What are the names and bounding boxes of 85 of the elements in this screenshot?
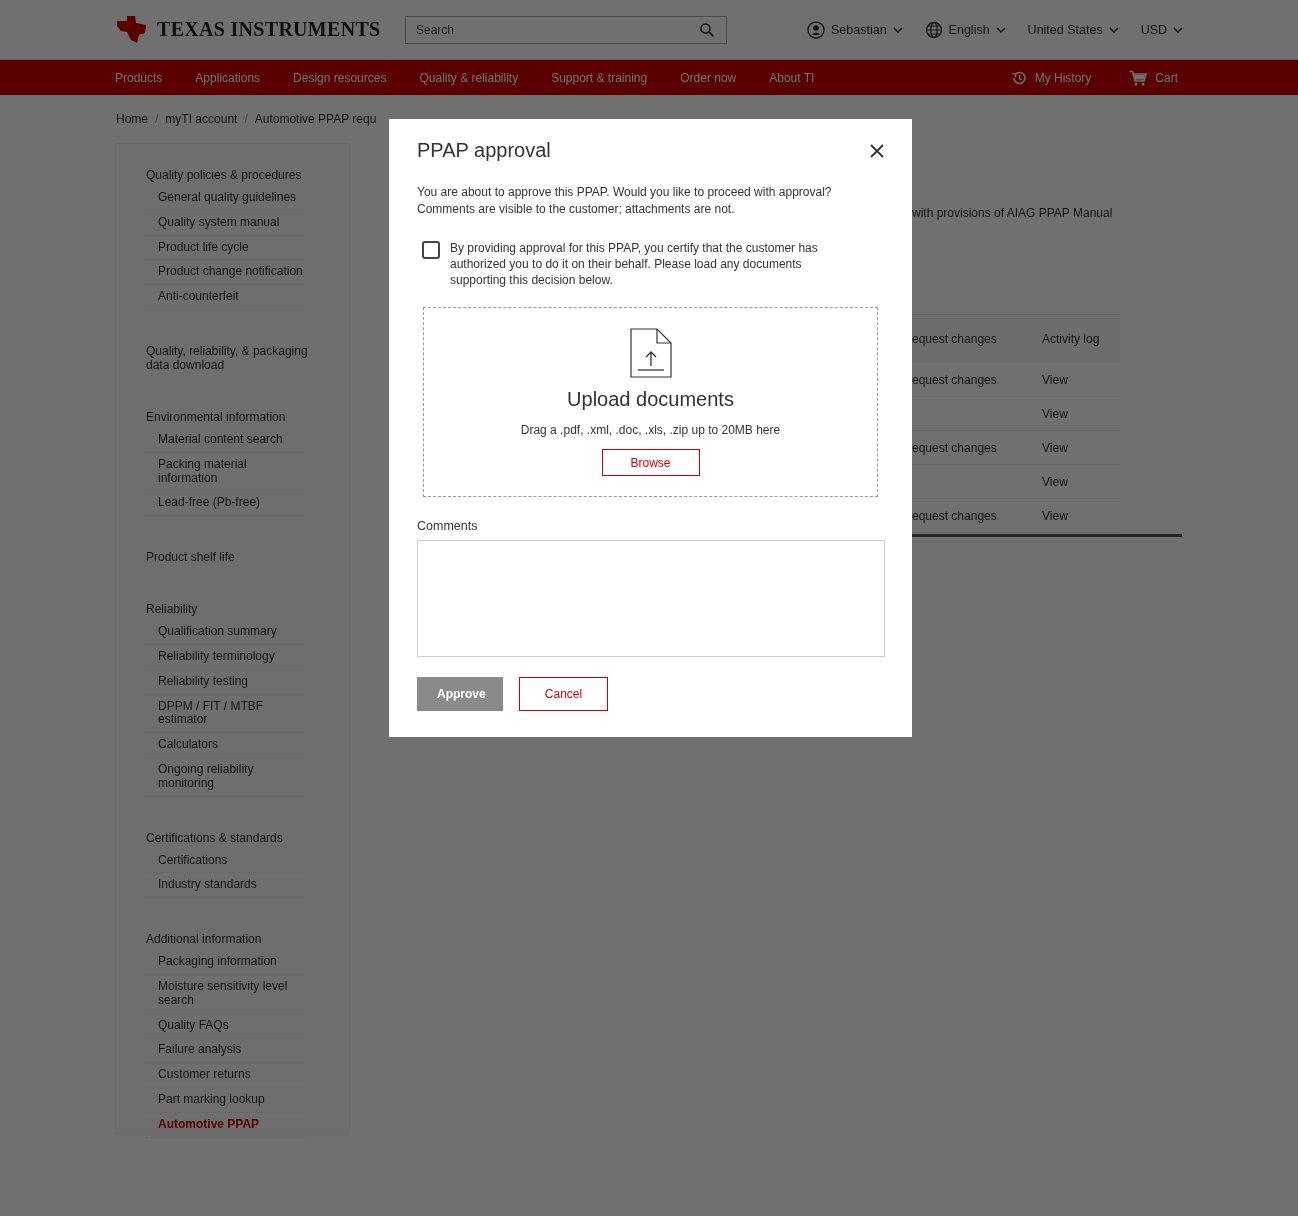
sidebar-heading[interactable]: Reliability	[146, 598, 321, 621]
sidebar-item[interactable]: Customer returns	[146, 1063, 306, 1088]
logo-text[interactable]: TEXAS INSTRUMENTS	[157, 18, 381, 41]
breadcrumb-separator: /	[244, 112, 248, 125]
nav-link[interactable]: Support & training	[551, 70, 648, 85]
certify-checkbox[interactable]	[422, 241, 440, 259]
globe-icon	[924, 20, 943, 39]
chevron-icon	[995, 26, 1006, 33]
sidebar-item[interactable]: Anti-counterfeit	[146, 285, 306, 310]
breadcrumb-link[interactable]: Home	[116, 112, 148, 125]
sidebar-item[interactable]: General quality guidelines	[146, 186, 306, 211]
sidebar-item[interactable]: Part marking lookup	[146, 1087, 306, 1113]
view-link[interactable]: View	[1042, 372, 1068, 387]
sidebar-item[interactable]: Reliability terminology	[146, 644, 306, 670]
view-link[interactable]: View	[1042, 508, 1068, 523]
sidebar-heading[interactable]: Quality policies & procedures	[146, 164, 321, 186]
sidebar-item[interactable]: Quality system manual	[146, 210, 306, 236]
browse-button[interactable]: Browse	[601, 449, 700, 476]
sidebar-item[interactable]: Industry standards	[146, 873, 306, 899]
close-icon[interactable]	[870, 143, 884, 158]
certify-label: By providing approval for this PPAP, you certify that the customer has authorized you to do it on their behalf. Please load any documents supporting this decision below.	[450, 240, 819, 288]
scroll-bar[interactable]	[912, 534, 1182, 537]
currency-menu[interactable]: USD	[1140, 20, 1184, 39]
view-link[interactable]: View	[1042, 406, 1068, 421]
chevron-icon	[892, 26, 903, 33]
user-icon	[807, 20, 825, 39]
search-icon[interactable]	[699, 21, 715, 38]
sidebar-item[interactable]: Product change notification	[146, 260, 306, 286]
language-menu[interactable]: English	[924, 20, 1006, 39]
chevron-icon	[1108, 26, 1119, 33]
upload-dropzone[interactable]: Upload documents Drag a .pdf, .xml, .doc, .xls, .zip up to 20MB here Browse	[423, 307, 878, 497]
breadcrumb-link[interactable]: Automotive PPAP requ	[254, 112, 377, 125]
nav-link[interactable]: Quality & reliability	[419, 70, 519, 85]
sidebar-item[interactable]: Quality FAQs	[146, 1013, 306, 1039]
sidebar-item[interactable]: Material content search	[146, 428, 306, 453]
cart-link[interactable]: Cart	[1129, 69, 1178, 86]
comments-label: Comments	[417, 519, 479, 533]
sidebar-item[interactable]: Moisture sensitivity level search	[146, 974, 306, 1014]
cart-icon	[1129, 69, 1148, 86]
request-changes-link[interactable]: equest changes	[912, 440, 997, 455]
cancel-button[interactable]: Cancel	[519, 677, 608, 711]
sidebar-heading[interactable]: Certifications & standards	[146, 826, 321, 849]
sidebar-item[interactable]: Qualification summary	[146, 620, 306, 645]
chevron-icon	[1173, 26, 1184, 33]
history-icon	[1010, 69, 1027, 86]
sidebar-item[interactable]: Failure analysis	[146, 1038, 306, 1064]
intro-text: with provisions of AIAG PPAP Manual	[912, 206, 1114, 220]
upload-title: Upload documents	[567, 388, 734, 411]
nav-link[interactable]: Products	[115, 70, 163, 85]
sidebar-heading[interactable]: Environmental information	[146, 406, 321, 428]
sidebar-item[interactable]: Calculators	[146, 733, 306, 758]
user-menu[interactable]: Sebastian	[807, 20, 903, 39]
view-link[interactable]: View	[1042, 440, 1068, 455]
upload-hint: Drag a .pdf, .xml, .doc, .xls, .zip up to 20MB here	[520, 423, 781, 437]
sidebar-item[interactable]: Product life cycle	[146, 235, 306, 261]
dialog-title: PPAP approval	[417, 139, 551, 162]
history-link[interactable]: My History	[1010, 69, 1092, 86]
sidebar-item[interactable]: Automotive PPAP	[146, 1112, 306, 1138]
region-menu[interactable]: United States	[1027, 20, 1119, 39]
sidebar-heading[interactable]: Quality, reliability, & packaging data download	[146, 340, 321, 376]
sidebar-item[interactable]: Certifications	[146, 848, 306, 874]
sidebar-item[interactable]: Packaging information	[146, 950, 306, 975]
logo-icon	[115, 14, 149, 45]
breadcrumb-separator: /	[155, 112, 159, 125]
column-header: equest changes	[912, 332, 998, 346]
sidebar-heading[interactable]: Additional information	[146, 928, 321, 951]
view-link[interactable]: View	[1042, 474, 1068, 489]
breadcrumb-link[interactable]: myTI account	[165, 112, 238, 125]
request-changes-link[interactable]: equest changes	[912, 372, 997, 387]
search-field[interactable]: Search	[405, 15, 727, 44]
nav-link[interactable]: Order now	[680, 70, 737, 85]
sidebar-item[interactable]: Packing material information	[146, 452, 306, 492]
sidebar-item[interactable]: Reliability testing	[146, 669, 306, 695]
sidebar-item[interactable]: Lead-free (Pb-free)	[146, 491, 306, 517]
comments-field[interactable]	[417, 540, 885, 657]
nav-link[interactable]: Applications	[195, 70, 261, 85]
sidebar-heading[interactable]: Product shelf life	[146, 546, 321, 569]
file-upload-icon	[629, 328, 672, 378]
column-header: Activity log	[1042, 332, 1101, 346]
request-changes-link[interactable]: equest changes	[912, 508, 997, 523]
nav-link[interactable]: About TI	[769, 70, 815, 85]
dialog-message: You are about to approve this PPAP. Would you like to proceed with approval? Comments are visible to the customer; attachments are not.	[417, 184, 833, 218]
sidebar-item[interactable]: Ongoing reliability monitoring	[146, 757, 306, 797]
sidebar-item[interactable]: DPPM / FIT / MTBF estimator	[146, 694, 306, 734]
nav-link[interactable]: Design resources	[293, 70, 387, 85]
